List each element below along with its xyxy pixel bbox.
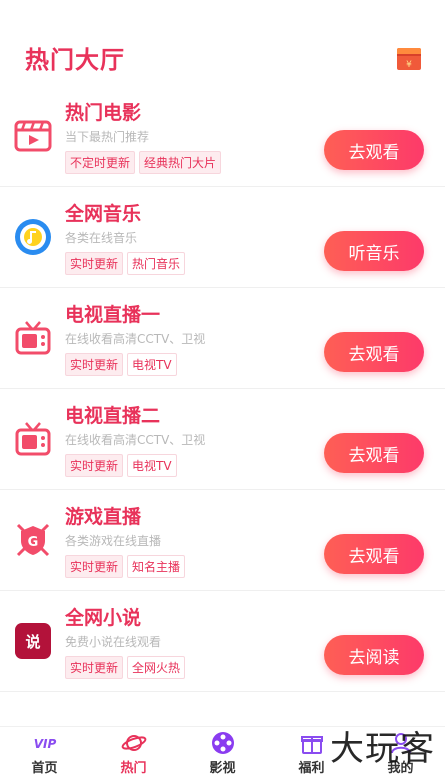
list-item-music[interactable]: 全网音乐 各类在线音乐 实时更新 热门音乐 听音乐 <box>0 187 445 288</box>
vip-icon-text: VIP <box>33 737 56 751</box>
novel-icon-text: 说 <box>25 633 40 651</box>
tab-video[interactable]: 影视 <box>178 727 267 784</box>
item-tags: 实时更新 热门音乐 <box>65 252 186 275</box>
page-title: 热门大厅 <box>25 46 125 74</box>
svg-text:¥: ¥ <box>406 60 412 70</box>
tv-icon <box>13 318 53 358</box>
item-title: 全网音乐 <box>65 203 142 225</box>
item-desc: 各类在线音乐 <box>65 231 138 245</box>
tag: 实时更新 <box>65 353 124 376</box>
item-title: 电视直播二 <box>65 405 161 427</box>
music-disc-icon <box>13 217 53 257</box>
tag: 知名主播 <box>127 555 186 578</box>
tag: 实时更新 <box>65 555 124 578</box>
item-title: 游戏直播 <box>65 506 142 528</box>
tag: 不定时更新 <box>65 151 136 174</box>
tv-icon <box>13 419 53 459</box>
item-desc: 当下最热门推荐 <box>65 130 150 144</box>
tag: 实时更新 <box>65 252 124 275</box>
tab-hot[interactable]: 热门 <box>89 727 178 784</box>
tag: 电视TV <box>127 353 177 376</box>
film-clapper-icon <box>13 116 53 156</box>
tag: 经典热门大片 <box>139 151 222 174</box>
tag: 电视TV <box>127 454 177 477</box>
film-reel-icon <box>210 731 236 755</box>
item-tags: 实时更新 全网火热 <box>65 656 186 679</box>
tab-label: 福利 <box>298 761 325 776</box>
gift-box-icon <box>299 731 325 755</box>
game-shield-icon: G <box>13 520 53 560</box>
planet-icon <box>121 731 147 755</box>
list-item-game-live[interactable]: G 游戏直播 各类游戏在线直播 实时更新 知名主播 去观看 <box>0 490 445 591</box>
novel-book-icon: 说 <box>13 621 53 661</box>
tab-home[interactable]: VIP 首页 <box>0 727 89 784</box>
read-button[interactable]: 去阅读 <box>324 635 424 675</box>
tag: 热门音乐 <box>127 252 186 275</box>
item-title: 全网小说 <box>65 607 142 629</box>
item-tags: 实时更新 电视TV <box>65 353 177 376</box>
item-desc: 在线收看高清CCTV、卫视 <box>65 332 206 346</box>
watch-button[interactable]: 去观看 <box>324 130 424 170</box>
watermark: 大玩客 <box>330 729 435 769</box>
watch-button[interactable]: 去观看 <box>324 433 424 473</box>
tag: 实时更新 <box>65 454 124 477</box>
list-item-tv-1[interactable]: 电视直播一 在线收看高清CCTV、卫视 实时更新 电视TV 去观看 <box>0 288 445 389</box>
tag: 全网火热 <box>127 656 186 679</box>
tab-label: 影视 <box>209 761 236 776</box>
item-tags: 实时更新 知名主播 <box>65 555 186 578</box>
list-item-novels[interactable]: 说 全网小说 免费小说在线观看 实时更新 全网火热 去阅读 <box>0 591 445 692</box>
item-tags: 不定时更新 经典热门大片 <box>65 151 222 174</box>
listen-button[interactable]: 听音乐 <box>324 231 424 271</box>
item-title: 电视直播一 <box>65 304 161 326</box>
tag: 实时更新 <box>65 656 124 679</box>
watch-button[interactable]: 去观看 <box>324 332 424 372</box>
svg-text:G: G <box>28 535 39 550</box>
item-desc: 在线收看高清CCTV、卫视 <box>65 433 206 447</box>
vip-icon: VIP <box>32 731 58 755</box>
hall-list: 热门电影 当下最热门推荐 不定时更新 经典热门大片 去观看 全网音乐 各类在线音… <box>0 86 445 692</box>
watch-button[interactable]: 去观看 <box>324 534 424 574</box>
list-item-movies[interactable]: 热门电影 当下最热门推荐 不定时更新 经典热门大片 去观看 <box>0 86 445 187</box>
item-tags: 实时更新 电视TV <box>65 454 177 477</box>
item-desc: 各类游戏在线直播 <box>65 534 162 548</box>
item-desc: 免费小说在线观看 <box>65 635 162 649</box>
list-item-tv-2[interactable]: 电视直播二 在线收看高清CCTV、卫视 实时更新 电视TV 去观看 <box>0 389 445 490</box>
tab-label: 热门 <box>120 761 147 776</box>
header: 热门大厅 ¥ <box>0 0 445 92</box>
red-envelope-icon[interactable]: ¥ <box>395 44 423 72</box>
item-title: 热门电影 <box>65 102 142 124</box>
tab-label: 首页 <box>31 761 58 776</box>
